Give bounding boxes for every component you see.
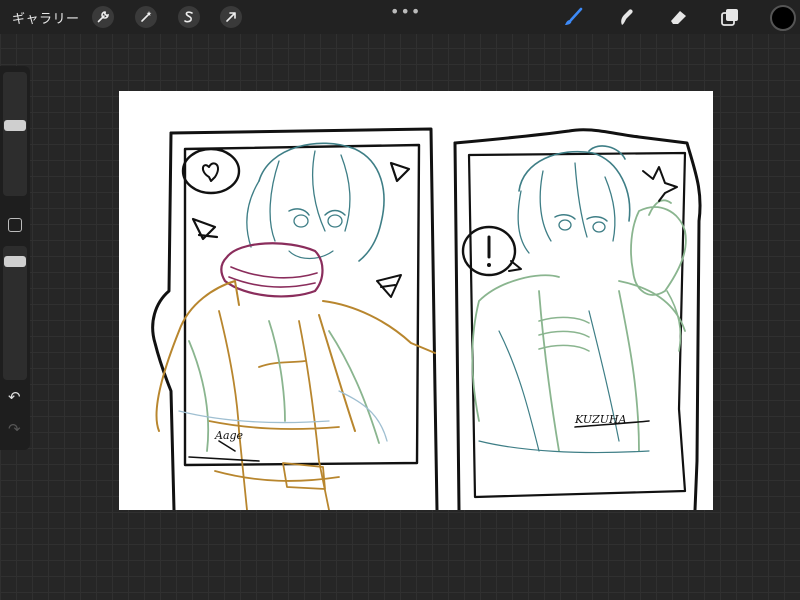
gallery-button[interactable]: ギャラリー: [12, 8, 80, 27]
magic-wand-icon[interactable]: [135, 6, 157, 28]
eraser-icon[interactable]: [665, 5, 691, 29]
layers-icon[interactable]: [717, 5, 743, 29]
sketch-artwork: [151, 127, 702, 510]
more-options-icon[interactable]: •••: [390, 2, 421, 21]
smudge-icon[interactable]: [613, 5, 639, 29]
modify-button-icon[interactable]: [8, 218, 22, 232]
opacity-thumb[interactable]: [4, 256, 26, 267]
redo-icon[interactable]: ↷: [8, 420, 21, 438]
brush-size-slider[interactable]: [3, 72, 27, 196]
color-picker-swatch[interactable]: [770, 5, 796, 31]
signature-left: Aage: [215, 429, 244, 442]
top-toolbar: ギャラリー •••: [0, 0, 800, 34]
signature-right: KUZUHA: [575, 413, 627, 426]
undo-icon[interactable]: ↶: [8, 388, 21, 406]
brush-size-thumb[interactable]: [4, 120, 26, 131]
left-sidebar: ↶ ↷: [0, 66, 30, 450]
brush-icon[interactable]: [560, 5, 586, 29]
wrench-icon[interactable]: [92, 6, 114, 28]
selection-icon[interactable]: [178, 6, 200, 28]
transform-arrow-icon[interactable]: [220, 6, 242, 28]
drawing-canvas[interactable]: Aage KUZUHA: [119, 91, 713, 510]
